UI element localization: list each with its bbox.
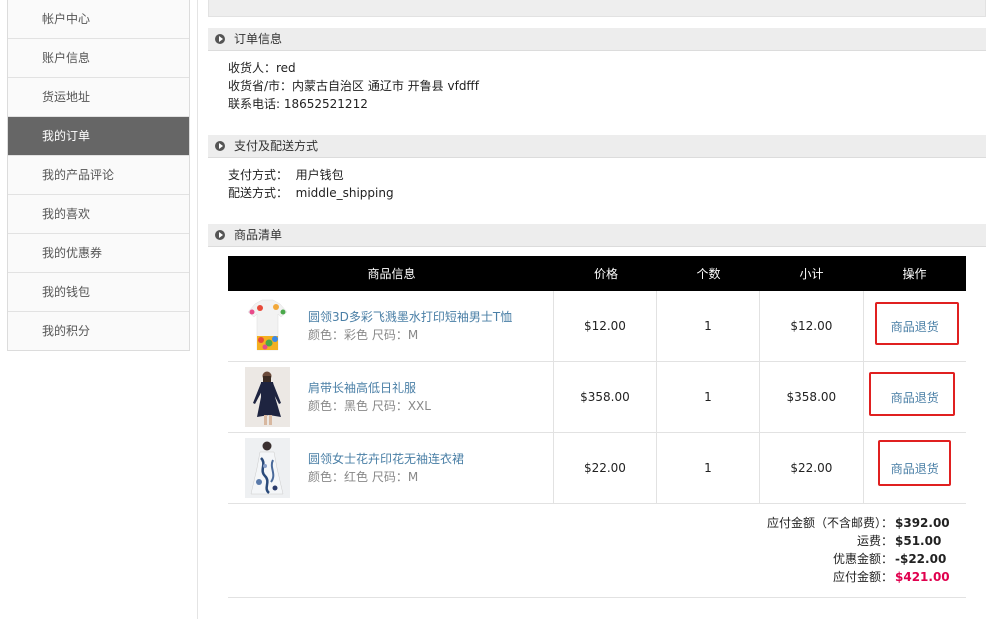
shipping-label: 运费：	[856, 534, 893, 548]
subtotal-label: 应付金额（不含邮费）：	[766, 516, 893, 530]
header-qty: 个数	[696, 267, 721, 281]
region-text: 收货省/市：内蒙古自治区 通辽市 开鲁县 vfdfff	[228, 79, 479, 93]
table-row: 圆领3D多彩飞溅墨水打印短袖男士T恤 颜色：彩色 尺码：M $12.00 1 $…	[228, 291, 966, 362]
sidebar-item-my-orders[interactable]: 我的订单	[8, 117, 189, 156]
product-cell: 圆领3D多彩飞溅墨水打印短袖男士T恤 颜色：彩色 尺码：M	[228, 291, 555, 361]
price-cell: $12.00	[554, 291, 657, 361]
product-name-link[interactable]: 圆领女士花卉印花无袖连衣裙	[308, 450, 464, 468]
order-totals: 应付金额（不含邮费）： $392.00 运费： $51.00 优惠金额： -$2…	[228, 514, 966, 598]
highlight-box	[869, 372, 955, 416]
section-title: 商品清单	[234, 228, 283, 242]
product-info: 圆领女士花卉印花无袖连衣裙 颜色：红色 尺码：M	[308, 450, 464, 486]
arrow-circle-icon	[215, 34, 225, 44]
table-header: 商品信息 价格 个数 小计 操作	[228, 256, 966, 291]
header-price: 价格	[593, 267, 618, 281]
product-thumbnail-dress-black[interactable]	[245, 367, 290, 427]
product-thumbnail-floral-dress[interactable]	[245, 438, 290, 498]
goods-table: 商品信息 价格 个数 小计 操作 圆领3D多彩飞溅墨水打印短袖男士T恤 颜色：彩…	[228, 256, 966, 504]
arrow-circle-icon	[215, 230, 225, 240]
sidebar-item-account-center[interactable]: 帐户中心	[8, 0, 189, 39]
sidebar-item-account-info[interactable]: 账户信息	[8, 39, 189, 78]
sidebar-item-wallet[interactable]: 我的钱包	[8, 273, 189, 312]
product-name-link[interactable]: 肩带长袖高低日礼服	[308, 379, 431, 397]
header-action: 操作	[902, 267, 927, 281]
divider	[197, 0, 198, 619]
section-title: 支付及配送方式	[234, 139, 319, 153]
product-attributes: 颜色：彩色 尺码：M	[308, 328, 419, 342]
total-row: 应付金额： $421.00	[832, 568, 950, 586]
account-sidebar: 帐户中心 账户信息 货运地址 我的订单 我的产品评论 我的喜欢 我的优惠券 我的…	[7, 0, 190, 351]
sidebar-item-points[interactable]: 我的积分	[8, 312, 189, 350]
product-attributes: 颜色：红色 尺码：M	[308, 470, 419, 484]
product-name-link[interactable]: 圆领3D多彩飞溅墨水打印短袖男士T恤	[308, 308, 512, 326]
product-info: 圆领3D多彩飞溅墨水打印短袖男士T恤 颜色：彩色 尺码：M	[308, 308, 512, 344]
qty-cell: 1	[657, 433, 761, 503]
subtotal-cell: $358.00	[760, 362, 864, 432]
qty-cell: 1	[657, 362, 761, 432]
subtotal-cell: $12.00	[760, 291, 864, 361]
total-label: 应付金额：	[832, 570, 893, 584]
subtotal-cell: $22.00	[760, 433, 864, 503]
subtotal-row: 应付金额（不含邮费）： $392.00	[766, 514, 950, 532]
order-detail-panel: 订单信息 收货人：red 收货省/市：内蒙古自治区 通辽市 开鲁县 vfdfff…	[208, 0, 986, 598]
product-cell: 圆领女士花卉印花无袖连衣裙 颜色：红色 尺码：M	[228, 433, 555, 503]
total-value: $421.00	[895, 570, 950, 584]
discount-label: 优惠金额：	[832, 552, 893, 566]
product-thumbnail-tshirt[interactable]	[245, 296, 290, 356]
sidebar-item-favorites[interactable]: 我的喜欢	[8, 195, 189, 234]
table-row: 肩带长袖高低日礼服 颜色：黑色 尺码：XXL $358.00 1 $358.00…	[228, 362, 966, 433]
product-cell: 肩带长袖高低日礼服 颜色：黑色 尺码：XXL	[228, 362, 555, 432]
discount-value: -$22.00	[895, 552, 947, 566]
qty-cell: 1	[657, 291, 761, 361]
discount-row: 优惠金额： -$22.00	[832, 550, 947, 568]
highlight-box	[878, 440, 951, 486]
payment-body: 支付方式： 用户钱包 配送方式： middle_shipping	[208, 158, 986, 202]
order-info-header: 订单信息	[208, 28, 986, 51]
section-title: 订单信息	[234, 32, 283, 46]
price-cell: $22.00	[554, 433, 657, 503]
product-attributes: 颜色：黑色 尺码：XXL	[308, 399, 431, 413]
price-cell: $358.00	[554, 362, 657, 432]
table-row: 圆领女士花卉印花无袖连衣裙 颜色：红色 尺码：M $22.00 1 $22.00…	[228, 433, 966, 504]
phone-text: 联系电话: 18652521212	[228, 97, 368, 111]
header-product-info: 商品信息	[367, 267, 416, 281]
header-subtotal: 小计	[799, 267, 824, 281]
highlight-box	[875, 302, 959, 345]
ship-method-text: 配送方式： middle_shipping	[228, 186, 394, 200]
pay-method-text: 支付方式： 用户钱包	[228, 168, 344, 182]
goods-header: 商品清单	[208, 224, 986, 247]
sidebar-item-coupons[interactable]: 我的优惠券	[8, 234, 189, 273]
sidebar-item-shipping-address[interactable]: 货运地址	[8, 78, 189, 117]
arrow-circle-icon	[215, 141, 225, 151]
subtotal-value: $392.00	[895, 516, 950, 530]
consignee-text: 收货人：red	[228, 61, 296, 75]
payment-header: 支付及配送方式	[208, 135, 986, 158]
top-bar	[208, 0, 986, 17]
sidebar-item-product-reviews[interactable]: 我的产品评论	[8, 156, 189, 195]
order-info-body: 收货人：red 收货省/市：内蒙古自治区 通辽市 开鲁县 vfdfff 联系电话…	[208, 51, 986, 113]
shipping-value: $51.00	[895, 534, 942, 548]
product-info: 肩带长袖高低日礼服 颜色：黑色 尺码：XXL	[308, 379, 431, 415]
shipping-row: 运费： $51.00	[856, 532, 942, 550]
